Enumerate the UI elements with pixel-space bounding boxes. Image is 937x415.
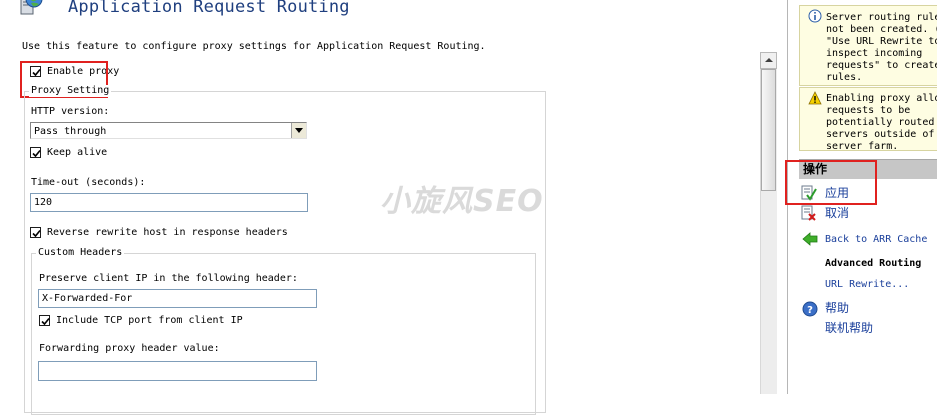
main-pane: Application Request Routing Use this fea… [0, 0, 760, 415]
svg-text:?: ? [807, 305, 813, 316]
http-version-label: HTTP version: [31, 106, 110, 117]
reverse-rewrite-label[interactable]: Reverse rewrite host in response headers [47, 227, 288, 239]
preserve-ip-label: Preserve client IP in the following head… [39, 273, 298, 284]
reverse-rewrite-checkbox[interactable] [30, 227, 41, 238]
checkmark-icon [41, 317, 50, 326]
page-title: Application Request Routing [68, 0, 350, 17]
url-rewrite-link[interactable]: URL Rewrite... [825, 278, 909, 291]
checkmark-icon [32, 149, 41, 158]
cancel-x-icon[interactable] [801, 205, 817, 221]
preserve-ip-value: X-Forwarded-For [42, 293, 133, 304]
watermark: 小旋风SEO [380, 184, 544, 219]
help-link[interactable]: 帮助 [825, 302, 849, 315]
alert-warning: Enabling proxy allo requests to be poten… [799, 87, 937, 152]
apply-highlight [785, 160, 877, 205]
globe-server-icon [20, 0, 43, 15]
preserve-ip-field[interactable]: X-Forwarded-For [38, 289, 317, 308]
online-help-link[interactable]: 联机帮助 [825, 322, 873, 335]
alert-info-text: Server routing rule not been created. ( … [826, 12, 937, 83]
info-icon [808, 9, 822, 23]
keep-alive-label[interactable]: Keep alive [47, 147, 107, 159]
back-arrow-icon[interactable] [802, 231, 818, 247]
help-icon[interactable]: ? [802, 301, 818, 317]
alert-warning-text: Enabling proxy allo requests to be poten… [826, 93, 937, 152]
forwarding-header-label: Forwarding proxy header value: [39, 343, 220, 354]
include-tcp-checkbox[interactable] [39, 315, 50, 326]
chevron-down-icon[interactable] [291, 123, 306, 138]
back-to-arr-cache-link[interactable]: Back to ARR Cache [825, 233, 927, 246]
timeout-value: 120 [34, 197, 53, 208]
checkmark-icon [32, 229, 41, 238]
timeout-label: Time-out (seconds): [31, 177, 146, 188]
forwarding-header-field[interactable] [38, 361, 317, 381]
page-description: Use this feature to configure proxy sett… [22, 41, 486, 52]
advanced-routing-heading: Advanced Routing [825, 258, 922, 269]
cancel-link[interactable]: 取消 [825, 207, 849, 220]
scroll-thumb[interactable] [761, 69, 776, 191]
alert-info: Server routing rule not been created. ( … [799, 5, 937, 86]
timeout-field[interactable]: 120 [30, 193, 308, 212]
include-tcp-label[interactable]: Include TCP port from client IP [56, 315, 243, 327]
http-version-value: Pass through [34, 126, 107, 137]
custom-headers-legend: Custom Headers [36, 247, 125, 259]
warning-icon [808, 91, 822, 105]
scroll-up-button[interactable] [760, 52, 777, 69]
keep-alive-checkbox[interactable] [30, 147, 41, 158]
http-version-select[interactable]: Pass through [30, 122, 307, 139]
proxy-setting-legend: Proxy Setting [29, 85, 112, 97]
